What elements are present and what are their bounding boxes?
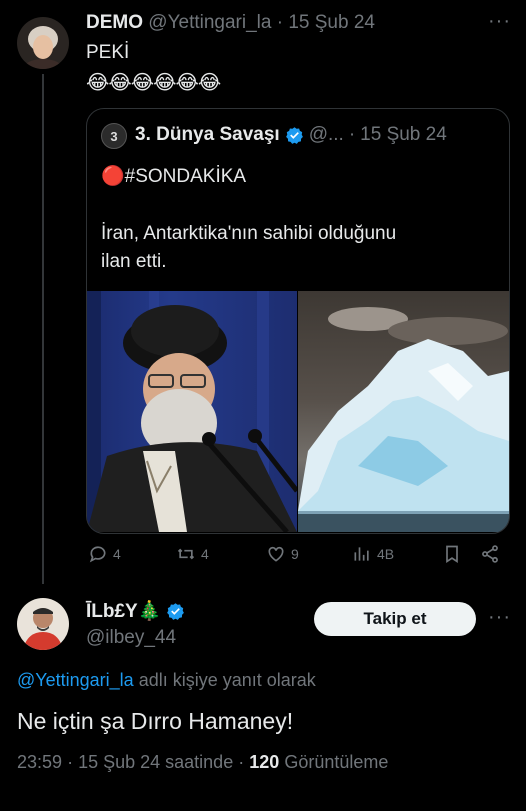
quote-handle[interactable]: @... bbox=[309, 124, 344, 146]
bookmark-icon bbox=[446, 545, 458, 564]
quote-breaking-tag[interactable]: 🔴#SONDAKİKA bbox=[101, 164, 246, 188]
parent-handle[interactable]: @Yettingari_la bbox=[148, 12, 271, 33]
reply-name[interactable]: ĪLb£Y🎄 bbox=[86, 599, 161, 623]
views-action[interactable]: 4B bbox=[352, 544, 394, 564]
quote-text-line1: İran, Antarktika'nın sahibi olduğunu bbox=[101, 223, 397, 244]
parent-header: DEMO @Yettingari_la · 15 Şub 24 bbox=[86, 12, 375, 34]
retweet-count: 4 bbox=[201, 546, 209, 562]
verified-badge-icon bbox=[285, 126, 303, 144]
like-action[interactable]: 9 bbox=[266, 544, 299, 564]
reply-to-handle[interactable]: @Yettingari_la bbox=[17, 670, 134, 690]
reply-name-row: ĪLb£Y🎄 bbox=[86, 599, 185, 623]
views-icon bbox=[354, 547, 369, 561]
bookmark-action[interactable] bbox=[442, 544, 462, 564]
parent-avatar[interactable] bbox=[17, 17, 69, 69]
reply-to-suffix: adlı kişiye yanıt olarak bbox=[138, 670, 316, 690]
parent-text-line1: PEKİ bbox=[86, 42, 130, 63]
quote-separator: · bbox=[348, 124, 356, 145]
follow-button[interactable]: Takip et bbox=[314, 602, 476, 636]
reply-to-line: @Yettingari_la adlı kişiye yanıt olarak bbox=[17, 670, 316, 691]
heart-icon bbox=[268, 546, 284, 562]
quote-text-line2: ilan etti. bbox=[101, 251, 167, 272]
quote-image-portrait[interactable] bbox=[87, 291, 299, 533]
quote-avatar[interactable]: 3 bbox=[101, 123, 127, 149]
reply-meta-separator: · bbox=[238, 752, 245, 772]
reply-meta-separator: · bbox=[67, 752, 74, 772]
parent-more-icon[interactable]: ··· bbox=[488, 10, 511, 33]
reply-meta: 23:59 · 15 Şub 24 saatinde · 120 Görüntü… bbox=[17, 752, 388, 773]
retweet-action[interactable]: 4 bbox=[176, 544, 209, 564]
views-count: 4B bbox=[377, 546, 395, 562]
retweet-icon bbox=[177, 548, 195, 560]
reply-more-icon[interactable]: ··· bbox=[488, 606, 511, 629]
quote-header: 3. Dünya Savaşı @... · 15 Şub 24 bbox=[135, 124, 447, 146]
reply-views-count: 120 bbox=[249, 752, 280, 772]
reply-text: Ne içtin şa Dırro Hamaney! bbox=[17, 708, 294, 734]
reply-handle[interactable]: @ilbey_44 bbox=[86, 627, 176, 649]
reply-views-label: Görüntüleme bbox=[284, 752, 389, 772]
parent-separator: · bbox=[276, 12, 284, 33]
reply-time[interactable]: 23:59 bbox=[17, 752, 62, 772]
quote-image-iceberg[interactable] bbox=[298, 291, 509, 532]
reply-count: 4 bbox=[113, 546, 121, 562]
share-action[interactable] bbox=[480, 544, 500, 564]
share-icon bbox=[482, 545, 498, 563]
like-count: 9 bbox=[291, 546, 299, 562]
quote-date[interactable]: 15 Şub 24 bbox=[360, 124, 447, 146]
parent-name[interactable]: DEMO bbox=[86, 12, 143, 33]
verified-badge-icon bbox=[167, 602, 185, 620]
thread-line bbox=[42, 74, 44, 584]
parent-date[interactable]: 15 Şub 24 bbox=[288, 12, 375, 33]
quote-avatar-glyph: 3 bbox=[110, 128, 118, 144]
reply-icon bbox=[89, 546, 106, 563]
quoted-tweet-card[interactable]: 3 3. Dünya Savaşı @... · 15 Şub 24 🔴#SON… bbox=[86, 108, 510, 534]
parent-text-line2: 😂😂😂😂😂😂 bbox=[86, 72, 221, 94]
reply-avatar[interactable] bbox=[17, 598, 69, 650]
reply-action[interactable]: 4 bbox=[88, 544, 121, 564]
quote-name[interactable]: 3. Dünya Savaşı bbox=[135, 124, 280, 146]
reply-date[interactable]: 15 Şub 24 saatinde bbox=[78, 752, 233, 772]
